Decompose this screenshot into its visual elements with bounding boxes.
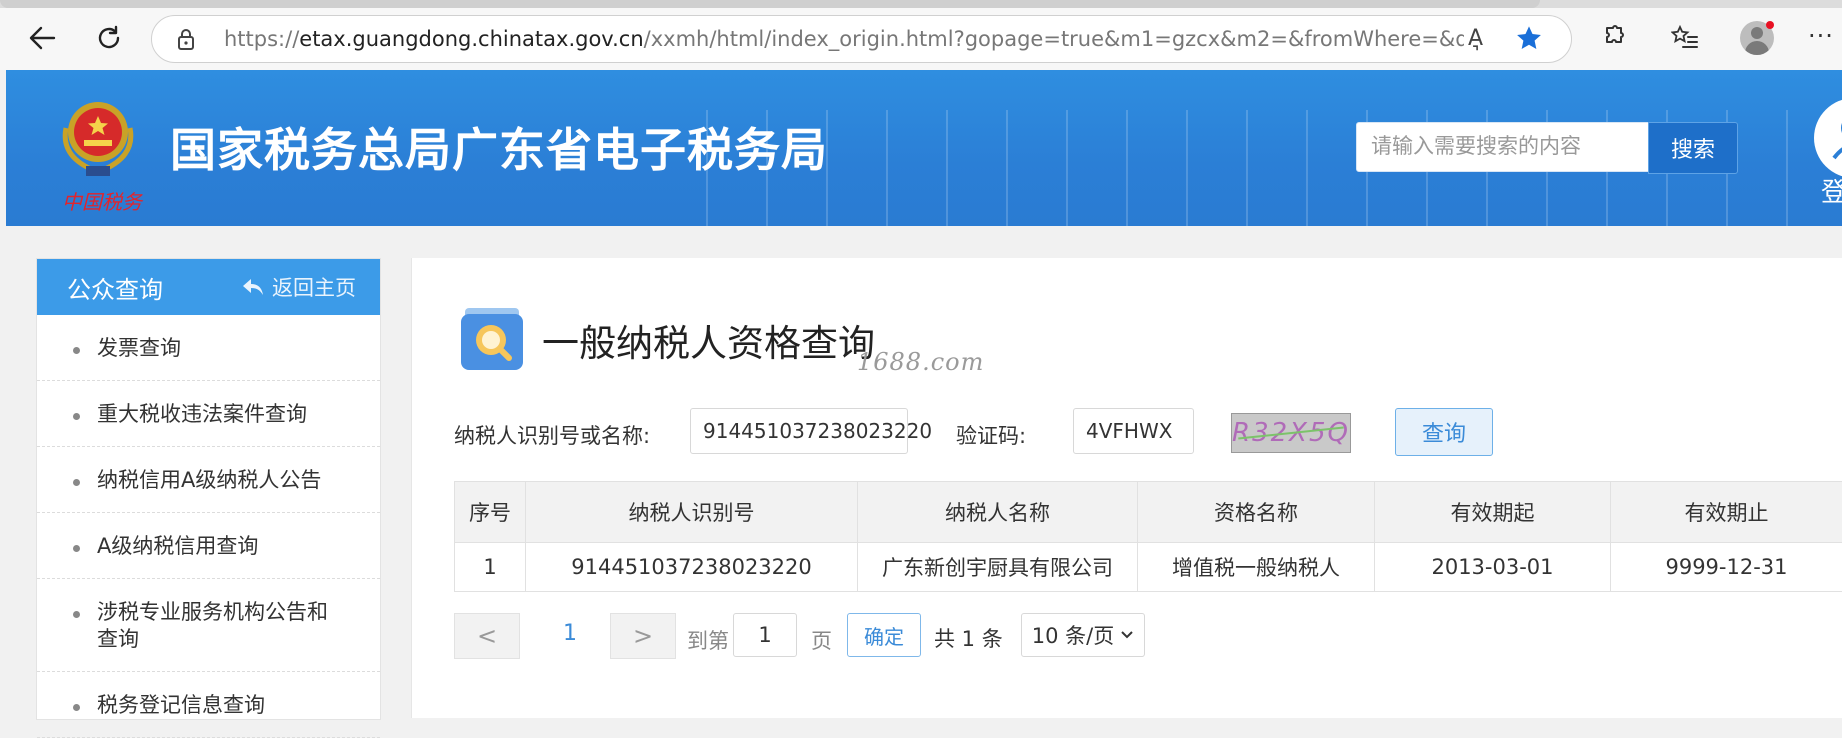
current-page-number[interactable]: 1 <box>563 621 577 646</box>
reply-arrow-icon <box>242 278 264 296</box>
more-menu-icon[interactable]: ··· <box>1808 22 1834 50</box>
favorites-list-icon[interactable] <box>1665 18 1705 58</box>
site-search-button[interactable]: 搜索 <box>1648 122 1738 174</box>
emblem-caption: 中国税务 <box>62 186 142 215</box>
result-table: 序号 纳税人识别号 纳税人名称 资格名称 有效期起 有效期止 1 9144510… <box>454 481 1842 592</box>
url-prefix: https:// <box>224 27 299 51</box>
tax-emblem-icon[interactable] <box>48 88 148 188</box>
col-header-index: 序号 <box>455 482 526 543</box>
cell-valid-from: 2013-03-01 <box>1375 543 1611 592</box>
captcha-label: 验证码: <box>956 420 1026 450</box>
captcha-input[interactable]: 4VFHWX <box>1073 408 1194 454</box>
notification-dot <box>1766 21 1774 29</box>
goto-confirm-button[interactable]: 确定 <box>847 613 921 657</box>
main-panel: 一般纳税人资格查询 1688.com 纳税人识别号或名称: 9144510372… <box>411 258 1842 718</box>
active-tab[interactable] <box>0 0 1540 8</box>
next-page-chevron-icon[interactable]: > <box>610 613 676 659</box>
login-label[interactable]: 登 <box>1821 172 1842 209</box>
table-row: 1 914451037238023220 广东新创宇厨具有限公司 增值税一般纳税… <box>455 543 1842 592</box>
page-unit-label: 页 <box>811 625 832 655</box>
chevron-down-icon <box>1120 630 1134 640</box>
col-header-qualification: 资格名称 <box>1138 482 1375 543</box>
site-search-field[interactable] <box>1356 122 1650 172</box>
captcha-image[interactable]: R32X5Q <box>1231 413 1351 453</box>
sidebar-item-invoice-query[interactable]: 发票查询 <box>37 315 380 381</box>
sidebar-header: 公众查询 返回主页 <box>37 259 380 315</box>
site-search-input[interactable] <box>1357 123 1655 169</box>
url-text[interactable]: https://etax.guangdong.chinatax.gov.cn/x… <box>224 27 1464 51</box>
cell-taxpayer-id: 914451037238023220 <box>526 543 858 592</box>
cell-index: 1 <box>455 543 526 592</box>
login-user-icon[interactable] <box>1814 98 1842 178</box>
favorite-star-icon[interactable] <box>1515 24 1543 56</box>
sidebar-item-a-level-announcement[interactable]: 纳税信用A级纳税人公告 <box>37 447 380 513</box>
col-header-valid-to: 有效期止 <box>1611 482 1842 543</box>
cell-taxpayer-name: 广东新创宇厨具有限公司 <box>858 543 1138 592</box>
sidebar-menu: 发票查询 重大税收违法案件查询 纳税信用A级纳税人公告 A级纳税信用查询 涉税专… <box>37 315 380 738</box>
watermark-text: 1688.com <box>857 348 984 376</box>
cell-valid-to: 9999-12-31 <box>1611 543 1842 592</box>
lock-icon[interactable] <box>176 27 196 55</box>
taxpayer-id-input[interactable]: 914451037238023220 <box>690 408 908 454</box>
read-aloud-icon[interactable]: A͉ <box>1468 26 1483 51</box>
site-title: 国家税务总局广东省电子税务局 <box>170 114 828 180</box>
extensions-puzzle-icon[interactable] <box>1593 18 1633 58</box>
page-size-select[interactable]: 10 条/页 <box>1021 613 1145 657</box>
search-document-icon <box>459 306 525 372</box>
query-form: 纳税人识别号或名称: 914451037238023220 验证码: 4VFHW… <box>454 408 1834 458</box>
tab-strip <box>0 0 1842 8</box>
sidebar-item-a-level-credit-query[interactable]: A级纳税信用查询 <box>37 513 380 579</box>
pagination: < 1 > 到第 1 页 确定 共 1 条 10 条/页 <box>454 613 1254 659</box>
site-header: 中国税务 国家税务总局广东省电子税务局 搜索 登 <box>6 70 1842 226</box>
address-bar[interactable]: https://etax.guangdong.chinatax.gov.cn/x… <box>151 15 1572 63</box>
cell-qualification: 增值税一般纳税人 <box>1138 543 1375 592</box>
sidebar-item-service-agency-query[interactable]: 涉税专业服务机构公告和查询 <box>37 579 380 672</box>
back-arrow-icon[interactable] <box>22 18 62 58</box>
goto-page-input[interactable]: 1 <box>733 613 797 657</box>
col-header-taxpayer-id: 纳税人识别号 <box>526 482 858 543</box>
col-header-taxpayer-name: 纳税人名称 <box>858 482 1138 543</box>
table-header-row: 序号 纳税人识别号 纳税人名称 资格名称 有效期起 有效期止 <box>455 482 1842 543</box>
back-home-label: 返回主页 <box>272 272 356 302</box>
browser-toolbar: https://etax.guangdong.chinatax.gov.cn/x… <box>0 0 1842 70</box>
url-path: /xxmh/html/index_origin.html?gopage=true… <box>644 27 1464 51</box>
goto-label: 到第 <box>687 625 729 655</box>
col-header-valid-from: 有效期起 <box>1375 482 1611 543</box>
page-title: 一般纳税人资格查询 <box>542 313 875 367</box>
sidebar-item-major-violation-query[interactable]: 重大税收违法案件查询 <box>37 381 380 447</box>
sidebar-title: 公众查询 <box>67 270 163 305</box>
public-query-sidebar: 公众查询 返回主页 发票查询 重大税收违法案件查询 纳税信用A级纳税人公告 A级… <box>36 258 381 720</box>
refresh-icon[interactable] <box>89 18 129 58</box>
url-host: etax.guangdong.chinatax.gov.cn <box>299 27 643 51</box>
page-size-value: 10 条/页 <box>1032 620 1114 650</box>
total-count: 共 1 条 <box>934 623 1003 653</box>
taxpayer-label: 纳税人识别号或名称: <box>454 420 650 450</box>
back-home-link[interactable]: 返回主页 <box>242 272 356 302</box>
query-button[interactable]: 查询 <box>1395 408 1493 456</box>
prev-page-chevron-icon[interactable]: < <box>454 613 520 659</box>
sidebar-item-registration-query[interactable]: 税务登记信息查询 <box>37 672 380 738</box>
